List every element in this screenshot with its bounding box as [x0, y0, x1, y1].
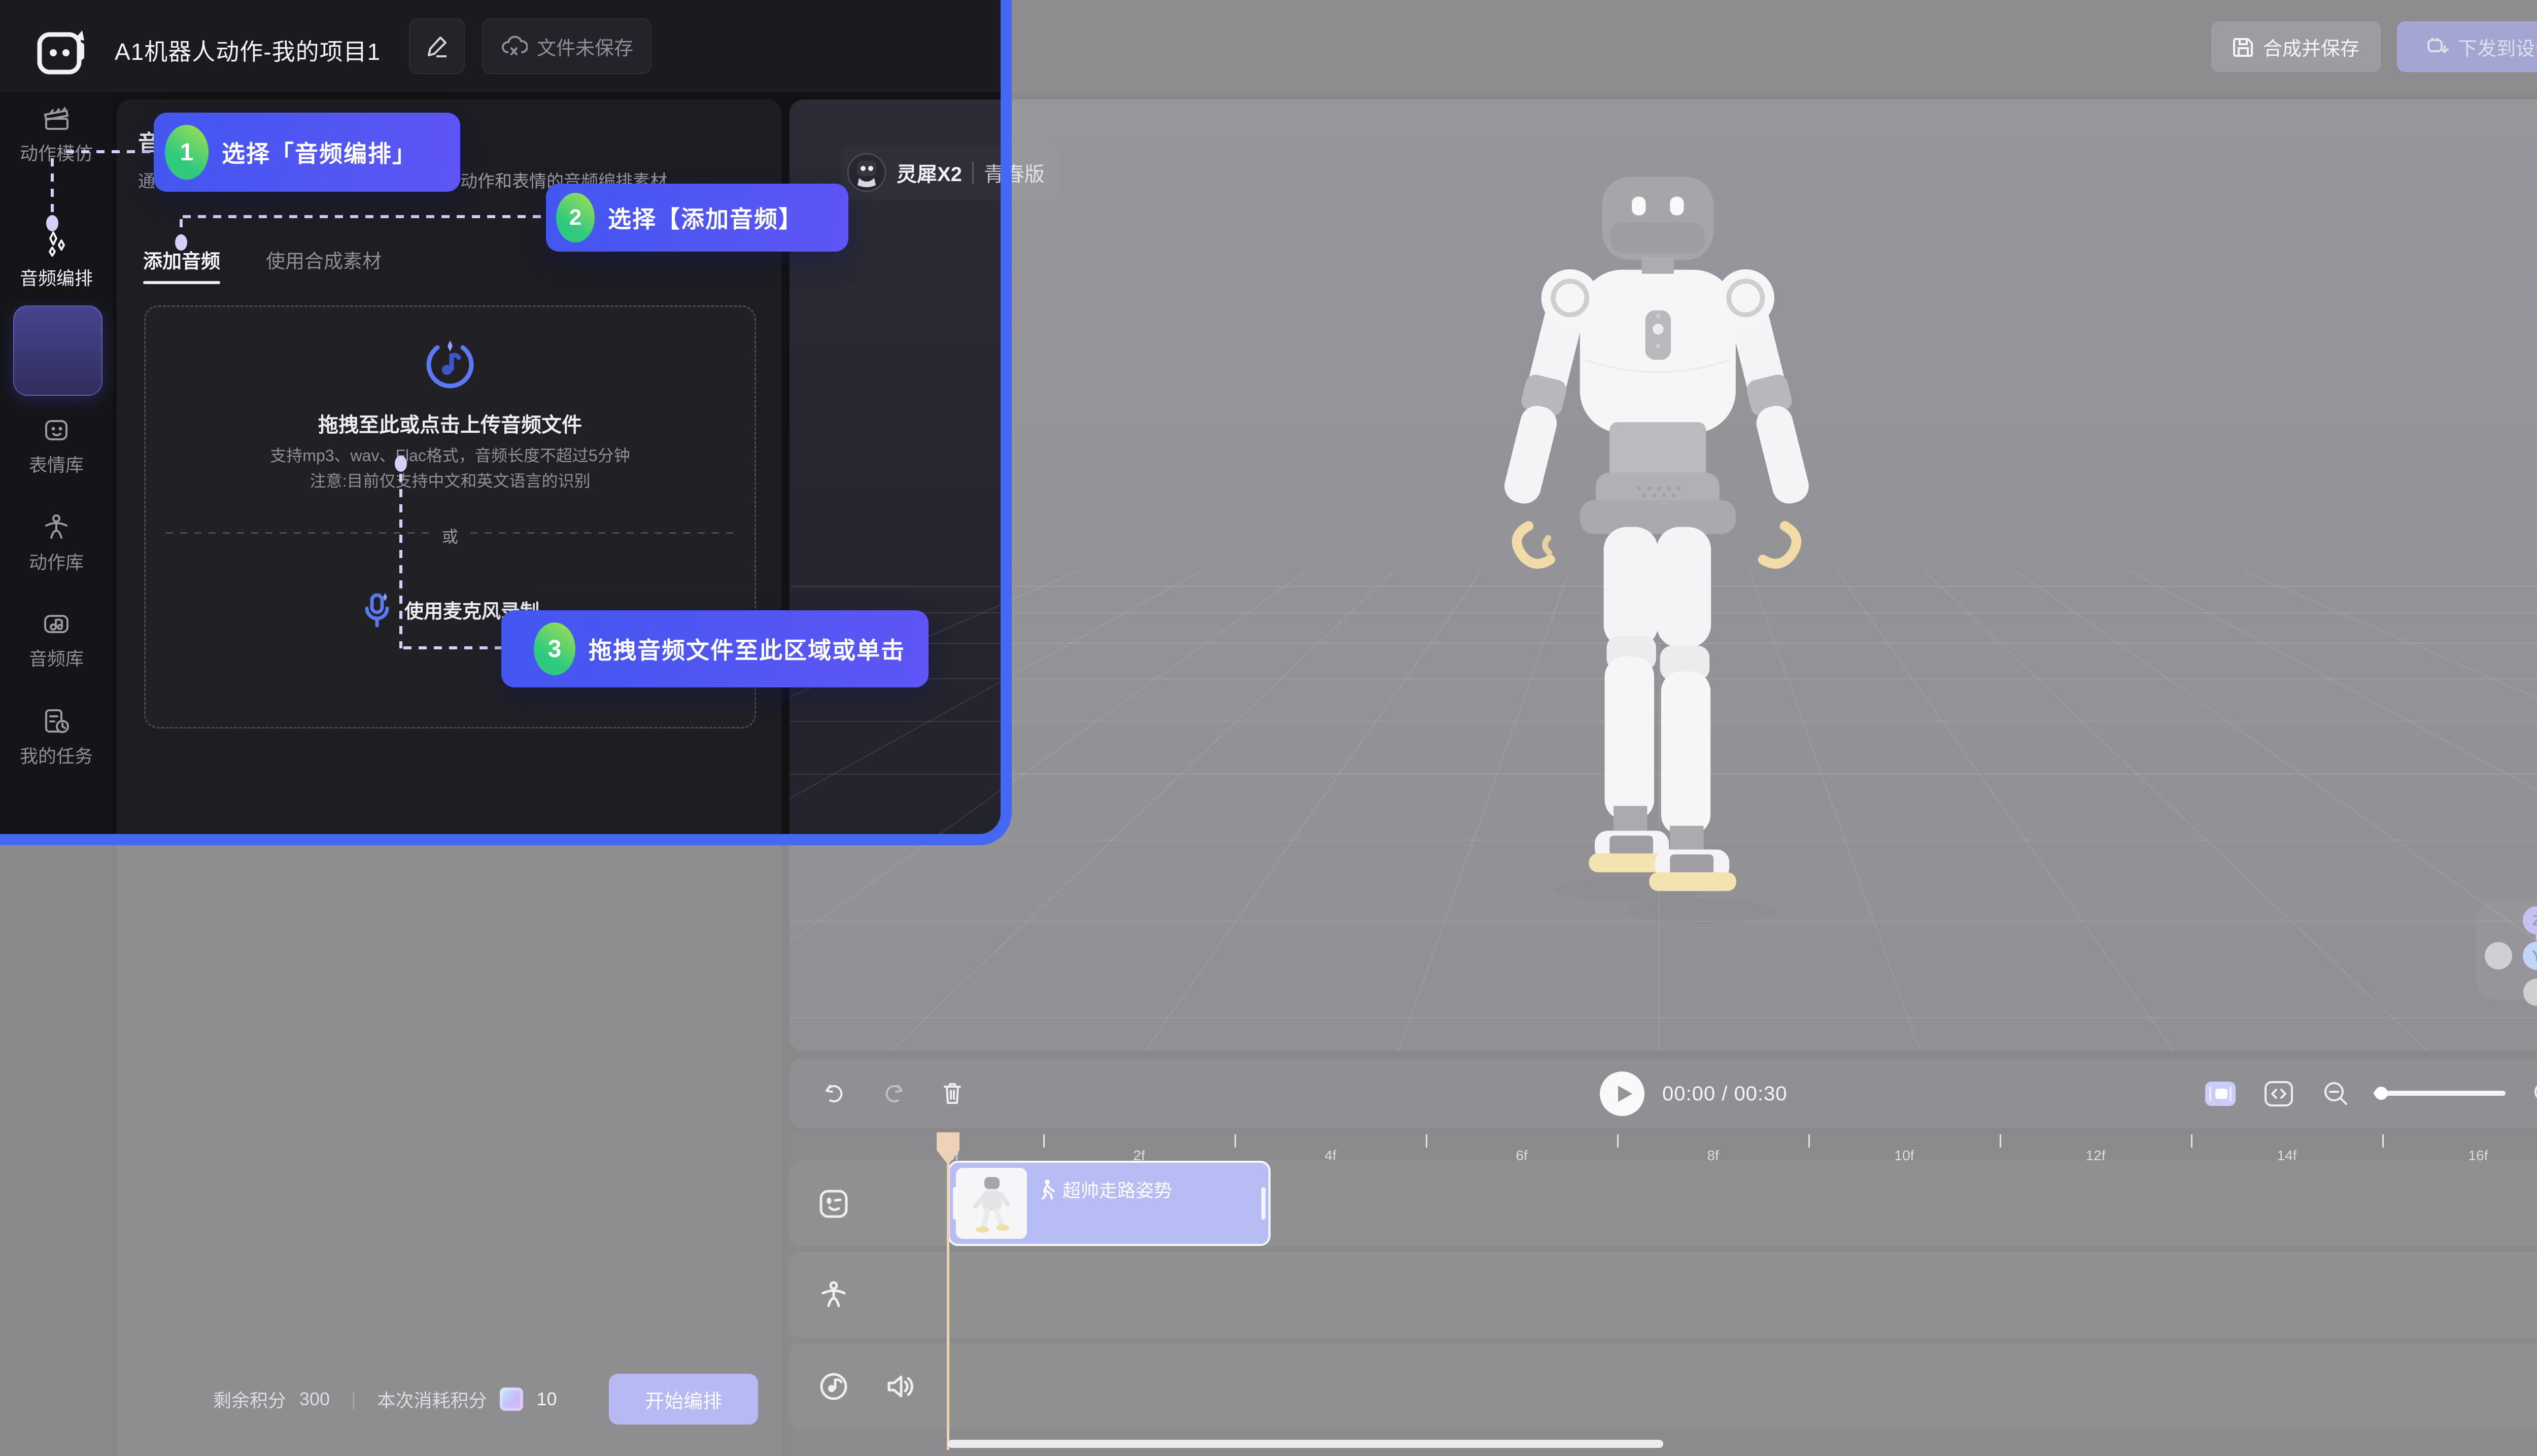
- step-2-badge: 2: [556, 193, 595, 242]
- connector-step2-horizontal: [183, 215, 546, 218]
- step-3-text: 拖拽音频文件至此区域或单击: [589, 632, 905, 666]
- connector-step1-vertical: [51, 158, 54, 215]
- connector-step2-dot: [175, 234, 187, 251]
- tutorial-step-2-callout[interactable]: 2 选择【添加音频】: [546, 184, 848, 252]
- tutorial-step-3-callout[interactable]: 3 拖拽音频文件至此区域或单击: [501, 610, 929, 687]
- tutorial-dim-overlay-right: [1001, 0, 2537, 1456]
- step-1-text: 选择「音频编排」: [222, 135, 417, 169]
- connector-step2-vertical: [180, 219, 183, 235]
- tutorial-step-1-callout[interactable]: 1 选择「音频编排」: [154, 113, 460, 192]
- tutorial-dim-overlay-bottom: [0, 834, 1001, 1456]
- tutorial-spotlight-border: [0, 0, 1012, 845]
- connector-step3-dot: [395, 456, 407, 472]
- connector-step1-horizontal: [66, 150, 155, 153]
- step-1-badge: 1: [165, 125, 209, 180]
- connector-step3-horizontal: [403, 646, 501, 649]
- step-3-badge: 3: [534, 622, 575, 675]
- step-2-text: 选择【添加音频】: [608, 201, 803, 234]
- app-root: A1机器人动作-我的项目1 文件未保存 合成并保存: [0, 0, 2537, 1456]
- connector-step3-vertical: [399, 474, 402, 648]
- connector-step1-dot: [46, 215, 58, 231]
